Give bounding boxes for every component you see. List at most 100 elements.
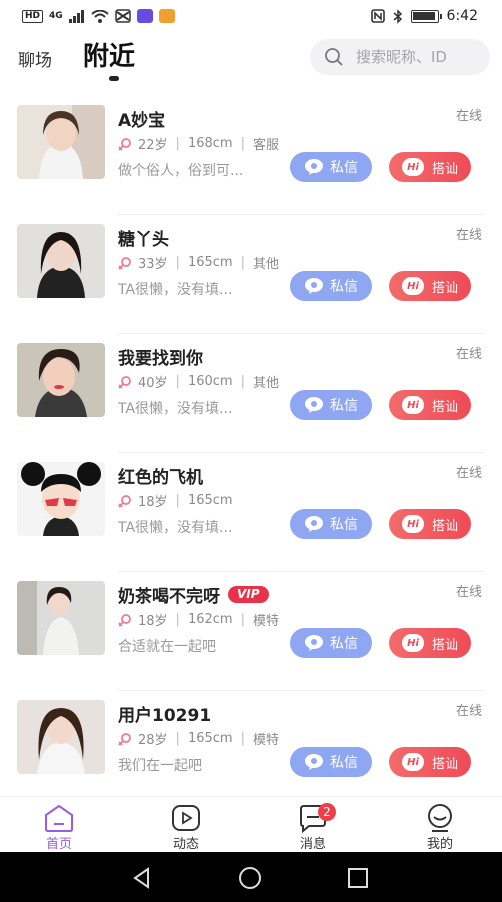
private-message-label: 私信 — [330, 636, 358, 652]
user-name: A妙宝 — [118, 111, 166, 131]
user-meta: 22岁 | 168cm | 客服 — [118, 134, 279, 153]
nav-profile[interactable]: 我的 — [405, 803, 475, 852]
app-notification-icon — [136, 9, 153, 23]
vip-badge: VIP — [228, 586, 269, 603]
list-item[interactable]: 红色的飞机 在线 18岁 | 165cm TA很懒，没有填... 私信 Hi 搭… — [0, 453, 502, 572]
female-icon — [118, 732, 131, 746]
greet-label: 搭讪 — [431, 161, 458, 177]
greet-button[interactable]: Hi 搭讪 — [389, 390, 471, 420]
list-item[interactable]: 用户10291 在线 28岁 | 165cm | 模特 我们在一起吧 私信 Hi… — [0, 691, 502, 810]
avatar[interactable] — [17, 462, 105, 536]
recents-icon[interactable] — [346, 866, 370, 890]
user-bio: TA很懒，没有填... — [118, 282, 233, 298]
private-message-button[interactable]: 私信 — [290, 628, 372, 658]
unread-badge: 2 — [318, 803, 336, 821]
chat-bubble-icon — [305, 635, 323, 651]
female-icon — [118, 137, 131, 151]
avatar[interactable] — [17, 581, 105, 655]
user-job: 客服 — [252, 138, 279, 153]
search-icon — [325, 48, 343, 66]
user-meta: 33岁 | 165cm | 其他 — [118, 253, 279, 272]
avatar[interactable] — [17, 343, 105, 417]
list-item[interactable]: 奶茶喝不完呀 VIP 在线 18岁 | 162cm | 模特 合适就在一起吧 私… — [0, 572, 502, 691]
private-message-label: 私信 — [330, 755, 358, 771]
chat-bubble-icon — [305, 159, 323, 175]
user-job: 模特 — [252, 614, 279, 629]
network-type: 4G — [49, 11, 63, 21]
profile-icon — [428, 804, 452, 832]
search-bar[interactable] — [310, 39, 490, 75]
home-circle-icon[interactable] — [238, 866, 262, 890]
search-input[interactable] — [356, 45, 486, 69]
hi-icon: Hi — [401, 158, 424, 176]
hi-icon: Hi — [401, 277, 424, 295]
user-meta: 28岁 | 165cm | 模特 — [118, 729, 279, 748]
nav-moments[interactable]: 动态 — [151, 803, 221, 852]
private-message-label: 私信 — [330, 160, 358, 176]
private-message-label: 私信 — [330, 398, 358, 414]
user-job: 其他 — [252, 376, 279, 391]
home-icon — [45, 804, 73, 832]
female-icon — [118, 613, 131, 627]
back-icon[interactable] — [130, 866, 154, 890]
greet-button[interactable]: Hi 搭讪 — [389, 628, 471, 658]
tab-nearby[interactable]: 附近 — [83, 36, 135, 73]
user-height: 165cm — [187, 731, 233, 746]
greet-label: 搭讪 — [431, 756, 458, 772]
nav-messages[interactable]: 消息 2 — [278, 803, 348, 852]
avatar[interactable] — [17, 224, 105, 298]
user-height: 160cm — [187, 374, 233, 389]
wifi-icon — [91, 9, 109, 23]
list-item[interactable]: A妙宝 在线 22岁 | 168cm | 客服 做个俗人，俗到可... 私信 H… — [0, 96, 502, 215]
online-status: 在线 — [455, 347, 482, 362]
user-name: 我要找到你 — [118, 349, 203, 369]
user-meta: 18岁 | 165cm — [118, 491, 233, 510]
user-bio: 我们在一起吧 — [118, 758, 202, 774]
chat-bubble-icon — [305, 278, 323, 294]
greet-label: 搭讪 — [431, 399, 458, 415]
user-bio: TA很懒，没有填... — [118, 401, 233, 417]
user-age: 33岁 — [138, 257, 168, 272]
user-name: 糖丫头 — [118, 230, 169, 250]
avatar[interactable] — [17, 700, 105, 774]
chat-bubble-icon — [305, 397, 323, 413]
private-message-label: 私信 — [330, 279, 358, 295]
system-nav-bar — [0, 852, 502, 902]
private-message-label: 私信 — [330, 517, 358, 533]
user-meta: 40岁 | 160cm | 其他 — [118, 372, 279, 391]
tab-plaza[interactable]: 聊场 — [18, 46, 52, 71]
greet-button[interactable]: Hi 搭讪 — [389, 509, 471, 539]
user-height: 168cm — [187, 136, 233, 151]
private-message-button[interactable]: 私信 — [290, 271, 372, 301]
list-item[interactable]: 糖丫头 在线 33岁 | 165cm | 其他 TA很懒，没有填... 私信 H… — [0, 215, 502, 334]
user-age: 18岁 — [138, 614, 168, 629]
private-message-button[interactable]: 私信 — [290, 390, 372, 420]
avatar[interactable] — [17, 105, 105, 179]
user-job: 其他 — [252, 257, 279, 272]
video-app-notification-icon — [158, 9, 175, 23]
greet-button[interactable]: Hi 搭讪 — [389, 152, 471, 182]
sync-icon — [114, 9, 131, 23]
user-age: 40岁 — [138, 376, 168, 391]
private-message-button[interactable]: 私信 — [290, 747, 372, 777]
hi-icon: Hi — [401, 753, 424, 771]
bottom-nav: 首页 动态 消息 2 我的 — [0, 796, 502, 852]
online-status: 在线 — [455, 228, 482, 243]
private-message-button[interactable]: 私信 — [290, 152, 372, 182]
nav-messages-label: 消息 — [299, 837, 326, 852]
online-status: 在线 — [455, 585, 482, 600]
online-status: 在线 — [455, 109, 482, 124]
nav-moments-label: 动态 — [172, 837, 199, 852]
private-message-button[interactable]: 私信 — [290, 509, 372, 539]
hi-icon: Hi — [401, 396, 424, 414]
user-bio: 做个俗人，俗到可... — [118, 163, 244, 179]
play-icon — [172, 805, 200, 831]
nav-home[interactable]: 首页 — [24, 803, 94, 852]
greet-button[interactable]: Hi 搭讪 — [389, 747, 471, 777]
user-age: 28岁 — [138, 733, 168, 748]
user-bio: 合适就在一起吧 — [118, 639, 216, 655]
female-icon — [118, 375, 131, 389]
greet-button[interactable]: Hi 搭讪 — [389, 271, 471, 301]
user-list: A妙宝 在线 22岁 | 168cm | 客服 做个俗人，俗到可... 私信 H… — [0, 96, 502, 810]
list-item[interactable]: 我要找到你 在线 40岁 | 160cm | 其他 TA很懒，没有填... 私信… — [0, 334, 502, 453]
